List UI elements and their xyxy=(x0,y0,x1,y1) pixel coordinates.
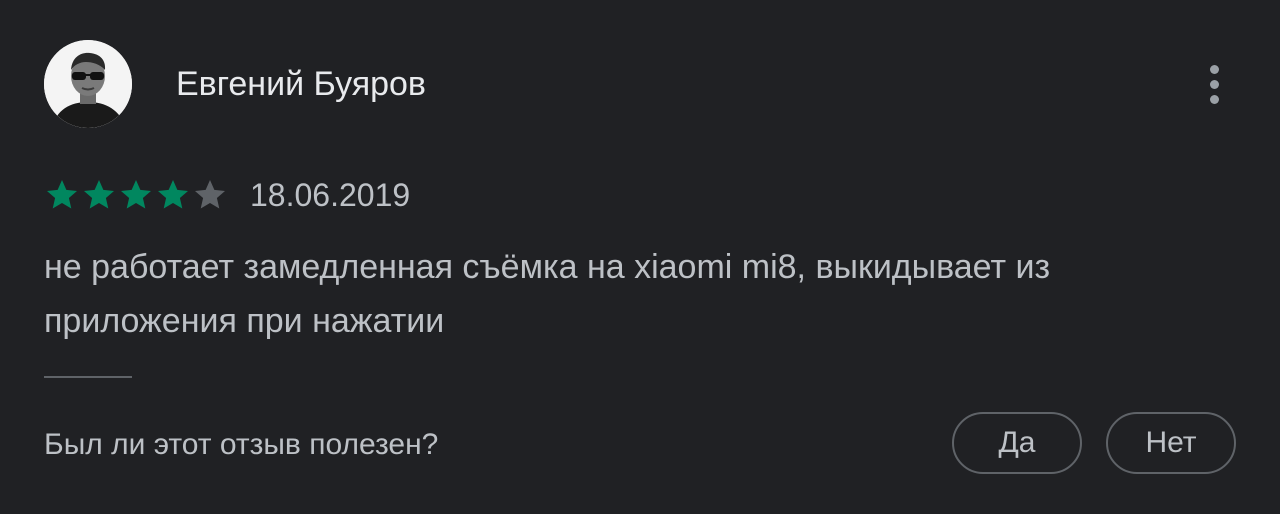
more-vert-icon-dot xyxy=(1209,94,1219,104)
helpful-no-button[interactable]: Нет xyxy=(1106,412,1236,474)
more-vert-icon xyxy=(1209,64,1219,74)
helpful-question: Был ли этот отзыв полезен? xyxy=(44,428,439,461)
review-card: Евгений Буяров 18.06.2019 не работает за… xyxy=(0,0,1280,514)
star-filled-icon xyxy=(155,177,191,213)
star-rating xyxy=(44,177,228,213)
star-empty-icon xyxy=(192,177,228,213)
rating-row: 18.06.2019 xyxy=(44,176,410,214)
star-filled-icon xyxy=(81,177,117,213)
star-filled-icon xyxy=(118,177,154,213)
avatar-photo-icon xyxy=(44,40,132,128)
review-date: 18.06.2019 xyxy=(250,177,411,213)
review-text: не работает замедленная съёмка на xiaomi… xyxy=(44,248,1051,340)
star-filled-icon xyxy=(44,177,80,213)
more-vert-icon-dot xyxy=(1209,79,1219,89)
helpful-yes-button[interactable]: Да xyxy=(952,412,1082,474)
more-options-button[interactable] xyxy=(1196,58,1232,110)
user-avatar[interactable] xyxy=(44,40,132,128)
divider xyxy=(44,376,132,378)
author-name: Евгений Буяров xyxy=(176,65,426,103)
